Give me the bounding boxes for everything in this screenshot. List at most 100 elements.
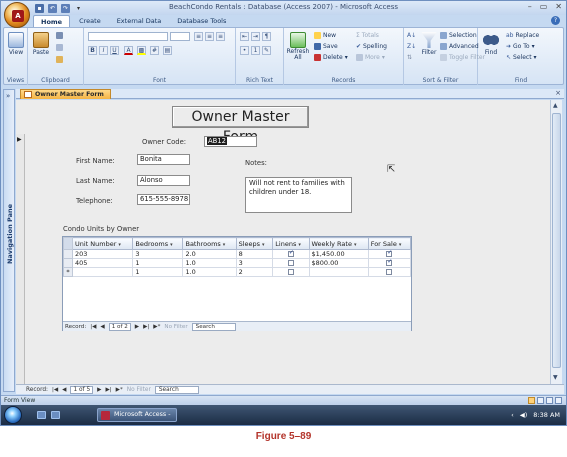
font-color-button[interactable]: A — [124, 46, 133, 55]
office-button[interactable]: A — [4, 2, 30, 28]
decrease-indent-button[interactable]: ⇤ — [240, 32, 249, 41]
cell-bathrooms[interactable]: 1.0 — [182, 258, 237, 268]
table-row[interactable]: 405 1 1.0 3 $800.00 — [63, 258, 412, 268]
cell-for-sale[interactable] — [367, 258, 412, 268]
cell-linens[interactable] — [272, 249, 310, 259]
cell-unit-number[interactable]: 203 — [71, 249, 134, 259]
navigation-pane[interactable]: » Navigation Pane — [3, 89, 15, 392]
cell-weekly-rate[interactable]: $1,450.00 — [308, 249, 369, 259]
start-button[interactable] — [4, 406, 22, 424]
align-left-button[interactable]: ≡ — [194, 32, 203, 41]
cell-bedrooms[interactable]: 1 — [132, 258, 184, 268]
cell-weekly-rate[interactable] — [308, 267, 369, 277]
tab-home[interactable]: Home — [33, 15, 71, 27]
col-weekly-rate[interactable]: Weekly Rate ▾ — [308, 237, 369, 250]
cell-sleeps[interactable]: 2 — [235, 267, 274, 277]
close-document-icon[interactable]: × — [555, 89, 561, 97]
copy-button[interactable] — [56, 44, 63, 51]
font-size-box[interactable] — [170, 32, 190, 41]
filter-button[interactable]: Filter — [420, 32, 438, 56]
row-selector[interactable] — [63, 249, 73, 259]
font-name-box[interactable] — [88, 32, 168, 41]
cell-bathrooms[interactable]: 2.0 — [182, 249, 237, 259]
cut-button[interactable] — [56, 32, 63, 39]
prev-record-icon[interactable]: ◀ — [100, 324, 104, 330]
col-bathrooms[interactable]: Bathrooms ▾ — [182, 237, 237, 250]
for-sale-checkbox[interactable] — [386, 269, 393, 275]
telephone-field[interactable]: 615-555-8978 — [137, 194, 190, 205]
row-selector[interactable] — [63, 258, 73, 268]
table-row[interactable]: 203 3 2.0 8 $1,450.00 — [63, 249, 412, 259]
volume-icon[interactable]: ◀) — [520, 411, 528, 419]
cell-bedrooms[interactable]: 3 — [132, 249, 184, 259]
help-icon[interactable]: ? — [551, 16, 560, 25]
italic-button[interactable]: I — [99, 46, 108, 55]
paste-button[interactable]: Paste — [32, 32, 50, 56]
expand-nav-icon[interactable]: » — [6, 92, 10, 100]
delete-record-button[interactable]: Delete ▾ — [314, 54, 348, 61]
col-sleeps[interactable]: Sleeps ▾ — [235, 237, 274, 250]
more-button[interactable]: More ▾ — [356, 54, 385, 61]
numbering-button[interactable]: 1 — [251, 46, 260, 55]
cell-sleeps[interactable]: 3 — [235, 258, 274, 268]
sort-descending-button[interactable]: Z↓ — [407, 43, 416, 50]
linens-checkbox[interactable] — [287, 269, 294, 275]
subform-record-position[interactable]: 1 of 2 — [108, 322, 131, 331]
first-record-icon[interactable]: |◀ — [90, 324, 96, 330]
record-position[interactable]: 1 of 5 — [70, 385, 94, 394]
prev-record-icon[interactable]: ◀ — [62, 387, 66, 393]
layout-view-icon[interactable] — [546, 397, 553, 404]
col-unit-number[interactable]: Unit Number ▾ — [71, 237, 134, 250]
save-record-button[interactable]: Save — [314, 43, 338, 50]
tray-chevron-icon[interactable]: ‹ — [511, 411, 514, 419]
restore-icon[interactable]: ▭ — [540, 2, 548, 11]
cell-unit-number[interactable] — [71, 267, 134, 277]
spelling-button[interactable]: ✔ Spelling — [356, 43, 387, 50]
replace-button[interactable]: ab Replace — [506, 32, 539, 39]
ltr-button[interactable]: ¶ — [262, 32, 271, 41]
selection-button[interactable]: Selection — [440, 32, 477, 39]
underline-button[interactable]: U — [110, 46, 119, 55]
switch-windows-icon[interactable] — [51, 411, 60, 419]
alternate-fill-button[interactable]: ▤ — [163, 46, 172, 55]
new-record-nav-icon[interactable]: ▶* — [153, 324, 160, 330]
vertical-scrollbar[interactable]: ▲ ▼ — [550, 100, 562, 384]
datasheet-view-icon[interactable] — [537, 397, 544, 404]
clock[interactable]: 8:38 AM — [533, 411, 560, 419]
sort-dropdown-icon[interactable]: ▾ — [170, 242, 173, 248]
tab-database-tools[interactable]: Database Tools — [170, 15, 233, 27]
format-painter-button[interactable] — [56, 56, 63, 63]
for-sale-checkbox[interactable] — [386, 258, 392, 266]
form-view-icon[interactable] — [528, 397, 535, 404]
sort-dropdown-icon[interactable]: ▾ — [399, 242, 402, 248]
record-selector[interactable]: ▶ — [16, 134, 25, 384]
new-record-button[interactable]: New — [314, 32, 336, 39]
notes-field[interactable]: Will not rent to families with children … — [245, 177, 352, 213]
sort-dropdown-icon[interactable]: ▾ — [354, 242, 357, 248]
subform-no-filter[interactable]: No Filter — [164, 324, 187, 330]
first-record-icon[interactable]: |◀ — [52, 387, 58, 393]
col-bedrooms[interactable]: Bedrooms ▾ — [132, 237, 184, 250]
view-button[interactable]: View — [7, 32, 25, 56]
col-linens[interactable]: Linens ▾ — [272, 237, 310, 250]
highlight-button[interactable]: ✎ — [262, 46, 271, 55]
tab-owner-master-form[interactable]: Owner Master Form — [20, 89, 111, 99]
design-view-icon[interactable] — [555, 397, 562, 404]
sort-ascending-button[interactable]: A↓ — [407, 32, 416, 39]
gridlines-button[interactable]: # — [150, 46, 159, 55]
tab-create[interactable]: Create — [72, 15, 108, 27]
cell-sleeps[interactable]: 8 — [235, 249, 274, 259]
last-name-field[interactable]: Alonso — [137, 175, 190, 186]
bullets-button[interactable]: • — [240, 46, 249, 55]
cell-linens[interactable] — [272, 267, 310, 277]
cell-weekly-rate[interactable]: $800.00 — [308, 258, 369, 268]
for-sale-checkbox[interactable] — [386, 249, 392, 257]
close-icon[interactable]: ✕ — [555, 2, 562, 11]
no-filter[interactable]: No Filter — [127, 387, 151, 393]
search-box[interactable]: Search — [154, 385, 199, 394]
find-button[interactable]: Find — [482, 32, 500, 56]
totals-button[interactable]: Σ Totals — [356, 32, 379, 39]
minimize-icon[interactable]: – — [528, 2, 532, 11]
clear-sort-button[interactable]: ⇅ — [407, 54, 412, 61]
new-record-nav-icon[interactable]: ▶* — [116, 387, 123, 393]
